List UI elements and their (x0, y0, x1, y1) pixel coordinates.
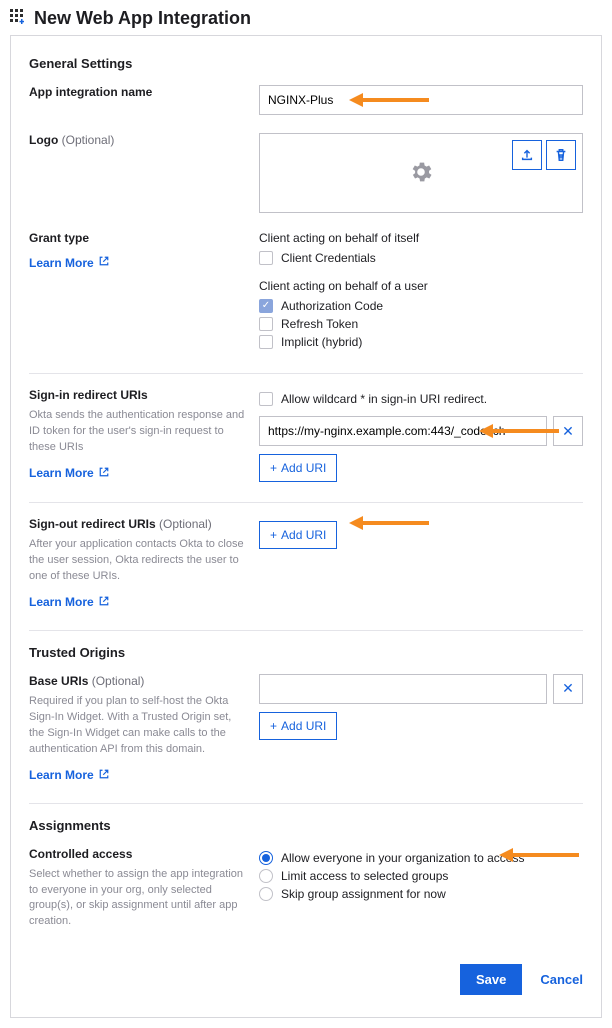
remove-signin-uri-button[interactable]: ✕ (553, 416, 583, 446)
grant-self-head: Client acting on behalf of itself (259, 231, 583, 245)
label-controlled-access: Controlled access (29, 847, 132, 861)
section-general: General Settings (29, 56, 583, 71)
checkbox-checked-icon (259, 299, 273, 313)
grant-auth-code[interactable]: Authorization Code (259, 299, 583, 313)
section-assignments: Assignments (29, 818, 583, 833)
learn-more-grant[interactable]: Learn More (29, 255, 110, 270)
label-base-uris: Base URIs (29, 674, 88, 688)
radio-selected-icon (259, 851, 273, 865)
add-signout-uri-button[interactable]: + Add URI (259, 521, 337, 549)
grant-user-head: Client acting on behalf of a user (259, 279, 583, 293)
label-signin-uris: Sign-in redirect URIs (29, 388, 148, 402)
checkbox-icon (259, 392, 273, 406)
helper-signout: After your application contacts Okta to … (29, 537, 247, 585)
section-trusted-origins: Trusted Origins (29, 645, 583, 660)
external-link-icon (98, 768, 110, 783)
plus-icon: + (270, 528, 277, 542)
page-title: New Web App Integration (34, 8, 251, 29)
add-signin-uri-button[interactable]: + Add URI (259, 454, 337, 482)
access-everyone[interactable]: Allow everyone in your organization to a… (259, 851, 583, 865)
cancel-link[interactable]: Cancel (540, 972, 583, 987)
allow-wildcard[interactable]: Allow wildcard * in sign-in URI redirect… (259, 392, 583, 406)
add-base-uri-button[interactable]: + Add URI (259, 712, 337, 740)
label-grant-type: Grant type (29, 231, 89, 245)
helper-signin: Okta sends the authentication response a… (29, 408, 247, 456)
logo-preview-box (259, 133, 583, 213)
base-uris-optional: (Optional) (92, 674, 145, 688)
helper-controlled-access: Select whether to assign the app integra… (29, 867, 247, 931)
checkbox-icon (259, 335, 273, 349)
external-link-icon (98, 595, 110, 610)
base-uri-input[interactable] (259, 674, 547, 704)
remove-base-uri-button[interactable]: ✕ (553, 674, 583, 704)
signout-optional: (Optional) (159, 517, 212, 531)
grant-refresh-token[interactable]: Refresh Token (259, 317, 583, 331)
label-logo: Logo (29, 133, 58, 147)
label-app-name: App integration name (29, 85, 152, 99)
learn-more-signin[interactable]: Learn More (29, 466, 110, 481)
settings-panel: General Settings App integration name Lo… (10, 35, 602, 1018)
upload-logo-button[interactable] (512, 140, 542, 170)
save-button[interactable]: Save (460, 964, 522, 995)
helper-base-uris: Required if you plan to self-host the Ok… (29, 694, 247, 758)
checkbox-icon (259, 251, 273, 265)
access-limit[interactable]: Limit access to selected groups (259, 869, 583, 883)
grant-implicit[interactable]: Implicit (hybrid) (259, 335, 583, 349)
plus-icon: + (270, 719, 277, 733)
delete-logo-button[interactable] (546, 140, 576, 170)
radio-icon (259, 869, 273, 883)
grant-client-credentials[interactable]: Client Credentials (259, 251, 583, 265)
external-link-icon (98, 255, 110, 270)
learn-more-signout[interactable]: Learn More (29, 595, 110, 610)
access-skip[interactable]: Skip group assignment for now (259, 887, 583, 901)
gear-icon (408, 159, 434, 188)
radio-icon (259, 887, 273, 901)
apps-grid-icon (10, 9, 26, 28)
signin-uri-input[interactable] (259, 416, 547, 446)
checkbox-icon (259, 317, 273, 331)
plus-icon: + (270, 461, 277, 475)
learn-more-base-uris[interactable]: Learn More (29, 768, 110, 783)
label-signout-uris: Sign-out redirect URIs (29, 517, 156, 531)
logo-optional: (Optional) (62, 133, 115, 147)
app-name-input[interactable] (259, 85, 583, 115)
external-link-icon (98, 466, 110, 481)
